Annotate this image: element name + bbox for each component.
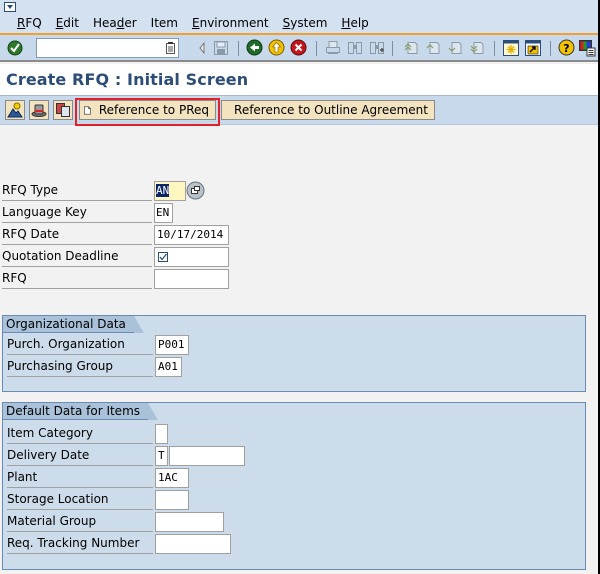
- title-bar: Create RFQ : Initial Screen: [0, 64, 598, 96]
- rfq-number-label: RFQ: [2, 269, 152, 289]
- back-arrow-small-icon[interactable]: [193, 39, 211, 57]
- default-data-title: Default Data for Items: [3, 403, 159, 420]
- delivery-date-label: Delivery Date: [7, 446, 153, 466]
- create-shortcut-icon[interactable]: [524, 39, 542, 57]
- command-input[interactable]: [37, 39, 157, 57]
- purchasing-group-label: Purchasing Group: [7, 357, 153, 377]
- command-history-icon[interactable]: [166, 42, 175, 54]
- copy-button[interactable]: [53, 100, 73, 120]
- svg-text:?: ?: [563, 42, 569, 55]
- first-page-icon[interactable]: [402, 39, 420, 57]
- organizational-data-group: Organizational Data Purch. Organization …: [2, 315, 586, 392]
- item-category-label: Item Category: [7, 424, 153, 444]
- rfq-type-field[interactable]: AN: [154, 181, 186, 201]
- back-icon[interactable]: [246, 39, 264, 57]
- save-icon[interactable]: [212, 39, 230, 57]
- command-field[interactable]: [36, 38, 179, 58]
- menu-item[interactable]: Item: [151, 16, 178, 30]
- menu-edit[interactable]: Edit: [56, 16, 79, 30]
- delivery-date-format-field[interactable]: T: [155, 446, 168, 466]
- quotation-deadline-label: Quotation Deadline: [2, 247, 152, 267]
- rfq-date-label: RFQ Date: [2, 225, 152, 245]
- menu-rfq[interactable]: RFQ: [17, 16, 42, 30]
- checkbox-icon: [158, 252, 168, 262]
- header-data-button[interactable]: [29, 100, 49, 120]
- toolbar-separator: [238, 41, 239, 56]
- storage-location-label: Storage Location: [7, 490, 153, 510]
- enter-icon[interactable]: [6, 39, 24, 57]
- delivery-date-field[interactable]: [169, 446, 245, 466]
- org-data-button[interactable]: [5, 100, 25, 120]
- req-tracking-number-field[interactable]: [155, 534, 231, 554]
- purch-organization-field[interactable]: P001: [155, 335, 189, 355]
- menu-header[interactable]: Header: [93, 16, 137, 30]
- rfq-number-field[interactable]: [154, 269, 229, 289]
- toolbar-separator: [316, 41, 317, 56]
- next-page-icon[interactable]: [446, 39, 464, 57]
- create-session-icon[interactable]: [502, 39, 520, 57]
- default-data-for-items-group: Default Data for Items Item Category Del…: [2, 402, 586, 570]
- reference-to-outline-agreement-button[interactable]: Reference to Outline Agreement: [221, 100, 435, 120]
- plant-label: Plant: [7, 468, 153, 488]
- sap-window: RFQ Edit Header Item Environment System …: [0, 0, 598, 574]
- organizational-data-title: Organizational Data: [3, 316, 144, 333]
- quotation-deadline-field[interactable]: [154, 247, 229, 267]
- print-icon[interactable]: [324, 39, 342, 57]
- purchasing-group-field[interactable]: A01: [155, 357, 182, 377]
- plant-field[interactable]: 1AC: [155, 468, 189, 488]
- cancel-icon[interactable]: [290, 39, 308, 57]
- document-icon: [84, 105, 91, 115]
- rfq-type-value: AN: [156, 184, 170, 197]
- customize-layout-icon[interactable]: [578, 39, 596, 57]
- rfq-type-f4-help-icon[interactable]: [186, 181, 205, 200]
- toolbar-separator: [550, 41, 551, 56]
- rfq-type-label: RFQ Type: [2, 181, 152, 201]
- language-key-label: Language Key: [2, 203, 152, 223]
- language-key-field[interactable]: EN: [154, 203, 173, 223]
- system-menu-icon[interactable]: [4, 2, 16, 12]
- toolbar-separator: [392, 41, 393, 56]
- find-icon[interactable]: [346, 39, 364, 57]
- menu-environment[interactable]: Environment: [192, 16, 269, 30]
- copy-icon: [56, 103, 70, 117]
- reference-to-preq-label: Reference to PReq: [98, 103, 209, 117]
- last-page-icon[interactable]: [468, 39, 486, 57]
- help-icon[interactable]: ?: [558, 39, 576, 57]
- standard-toolbar: ?: [0, 35, 598, 62]
- toolbar-separator: [494, 41, 495, 56]
- previous-page-icon[interactable]: [424, 39, 442, 57]
- org-data-icon: [7, 102, 23, 118]
- reference-to-outline-agreement-label: Reference to Outline Agreement: [234, 103, 428, 117]
- application-toolbar: Reference to PReq Reference to Outline A…: [0, 96, 598, 125]
- menu-help[interactable]: Help: [341, 16, 368, 30]
- rfq-date-field[interactable]: 10/17/2014: [154, 225, 229, 245]
- page-title: Create RFQ : Initial Screen: [6, 70, 249, 89]
- purch-organization-label: Purch. Organization: [7, 335, 153, 355]
- req-tracking-number-label: Req. Tracking Number: [7, 534, 153, 554]
- material-group-label: Material Group: [7, 512, 153, 532]
- find-next-icon[interactable]: [368, 39, 386, 57]
- storage-location-field[interactable]: [155, 490, 189, 510]
- exit-icon[interactable]: [268, 39, 286, 57]
- header-data-icon: [31, 104, 47, 117]
- menu-system[interactable]: System: [283, 16, 328, 30]
- reference-to-preq-button[interactable]: Reference to PReq: [79, 100, 216, 120]
- material-group-field[interactable]: [155, 512, 224, 532]
- item-category-field[interactable]: [155, 424, 168, 444]
- menu-bar: RFQ Edit Header Item Environment System …: [0, 0, 598, 35]
